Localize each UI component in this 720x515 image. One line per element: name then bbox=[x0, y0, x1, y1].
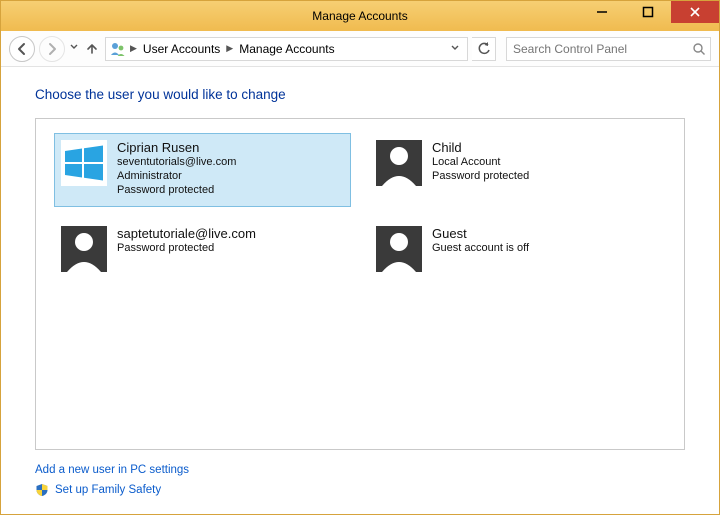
account-name: Guest bbox=[432, 226, 529, 242]
windows-logo-icon bbox=[61, 140, 107, 186]
window-controls bbox=[579, 1, 719, 23]
person-silhouette-icon bbox=[61, 226, 107, 272]
account-info: Ciprian Rusen seventutorials@live.com Ad… bbox=[117, 140, 236, 198]
forward-button[interactable] bbox=[39, 36, 65, 62]
account-role: Administrator bbox=[117, 170, 236, 184]
breadcrumb-item-user-accounts[interactable]: User Accounts bbox=[141, 42, 222, 56]
account-name: Ciprian Rusen bbox=[117, 140, 236, 156]
account-name: Child bbox=[432, 140, 529, 156]
recent-locations-dropdown[interactable] bbox=[69, 43, 79, 54]
chevron-down-icon bbox=[70, 43, 78, 51]
refresh-icon bbox=[477, 42, 491, 56]
account-tile[interactable]: Child Local Account Password protected bbox=[369, 133, 666, 207]
maximize-button[interactable] bbox=[625, 1, 671, 23]
breadcrumb[interactable]: ▶ User Accounts ▶ Manage Accounts bbox=[105, 37, 468, 61]
account-password-status: Password protected bbox=[117, 242, 256, 256]
refresh-button[interactable] bbox=[472, 37, 496, 61]
account-status: Guest account is off bbox=[432, 242, 529, 256]
person-silhouette-icon bbox=[376, 226, 422, 272]
action-links: Add a new user in PC settings Set up Fam… bbox=[35, 460, 685, 500]
user-accounts-icon bbox=[110, 41, 126, 57]
close-icon bbox=[689, 6, 701, 18]
uac-shield-icon bbox=[35, 483, 49, 497]
account-password-status: Password protected bbox=[432, 170, 529, 184]
search-box[interactable] bbox=[506, 37, 711, 61]
account-email: seventutorials@live.com bbox=[117, 156, 236, 170]
maximize-icon bbox=[642, 6, 654, 18]
minimize-icon bbox=[596, 6, 608, 18]
breadcrumb-dropdown[interactable] bbox=[447, 44, 463, 54]
titlebar: Manage Accounts bbox=[1, 1, 719, 31]
account-tile[interactable]: Guest Guest account is off bbox=[369, 219, 666, 293]
chevron-down-icon bbox=[451, 44, 459, 52]
account-info: saptetutoriale@live.com Password protect… bbox=[117, 226, 256, 256]
chevron-right-icon: ▶ bbox=[224, 43, 235, 54]
account-info: Guest Guest account is off bbox=[432, 226, 529, 256]
close-button[interactable] bbox=[671, 1, 719, 23]
account-info: Child Local Account Password protected bbox=[432, 140, 529, 184]
breadcrumb-item-manage-accounts[interactable]: Manage Accounts bbox=[237, 42, 336, 56]
page-heading: Choose the user you would like to change bbox=[35, 87, 685, 102]
account-type: Local Account bbox=[432, 156, 529, 170]
chevron-right-icon: ▶ bbox=[128, 43, 139, 54]
search-icon bbox=[688, 42, 710, 56]
account-tile[interactable]: Ciprian Rusen seventutorials@live.com Ad… bbox=[54, 133, 351, 207]
arrow-right-icon bbox=[45, 42, 59, 56]
family-safety-link[interactable]: Set up Family Safety bbox=[55, 484, 161, 496]
account-tile[interactable]: saptetutoriale@live.com Password protect… bbox=[54, 219, 351, 293]
account-name: saptetutoriale@live.com bbox=[117, 226, 256, 242]
arrow-left-icon bbox=[15, 42, 29, 56]
accounts-list: Ciprian Rusen seventutorials@live.com Ad… bbox=[35, 118, 685, 450]
search-input[interactable] bbox=[507, 42, 688, 56]
up-button[interactable] bbox=[83, 40, 101, 58]
arrow-up-icon bbox=[85, 42, 99, 56]
account-password-status: Password protected bbox=[117, 184, 236, 198]
add-user-link[interactable]: Add a new user in PC settings bbox=[35, 464, 189, 476]
minimize-button[interactable] bbox=[579, 1, 625, 23]
back-button[interactable] bbox=[9, 36, 35, 62]
window-frame: Manage Accounts bbox=[0, 0, 720, 515]
content-area: Choose the user you would like to change bbox=[1, 67, 719, 514]
window-title: Manage Accounts bbox=[312, 9, 407, 23]
person-silhouette-icon bbox=[376, 140, 422, 186]
navigation-bar: ▶ User Accounts ▶ Manage Accounts bbox=[1, 31, 719, 67]
